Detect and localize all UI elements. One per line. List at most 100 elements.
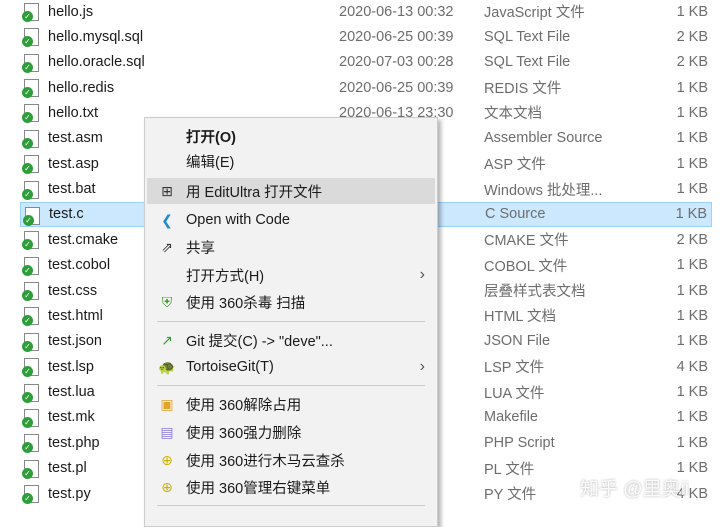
file-size: 1 KB (675, 206, 707, 223)
watermark: 知乎 @里奥ii (580, 479, 690, 500)
menu-item[interactable]: ⇗ 共享 (147, 234, 435, 260)
file-name: test.cmake (48, 231, 119, 248)
file-icon: ✓ (22, 358, 39, 378)
file-name: hello.txt (48, 104, 98, 121)
file-name: test.lua (48, 384, 95, 401)
menu-item[interactable]: 打开(O) (147, 123, 435, 149)
file-icon: ✓ (22, 459, 39, 479)
file-type: 文本文档 (484, 106, 542, 123)
file-size: 1 KB (676, 79, 708, 96)
menu-item[interactable]: ▤ 使用 360强力删除 (147, 419, 435, 445)
file-row[interactable]: ✓ hello.oracle.sql 2020-07-03 00:28 SQL … (20, 50, 712, 75)
menu-item[interactable]: ↗ Git 提交(C) -> "deve"... (147, 327, 435, 353)
menu-item-label: 打开(O) (186, 129, 236, 146)
file-type: JSON File (484, 333, 551, 350)
file-size: 1 KB (676, 181, 708, 198)
file-type: LUA 文件 (484, 385, 545, 402)
menu-item-label: 使用 360解除占用 (186, 397, 302, 414)
file-icon: ✓ (22, 79, 39, 99)
file-icon: ✓ (22, 282, 39, 302)
file-type: LSP 文件 (484, 360, 545, 377)
file-name: hello.oracle.sql (48, 54, 145, 71)
menu-item-label: 使用 360杀毒 扫描 (186, 295, 306, 312)
file-size: 1 KB (676, 130, 708, 147)
context-menu: 打开(O) 编辑(E) ⊞ 用 EditUltra 打开文件 ❮ Open with Co… (144, 117, 438, 527)
shredder-icon: ▤ (160, 424, 174, 440)
menu-item[interactable]: ❮ Open with Code (147, 207, 435, 233)
menu-item-label: 使用 360进行木马云查杀 (186, 453, 345, 470)
file-row[interactable]: ✓ hello.js 2020-06-13 00:32 JavaScript 文… (20, 0, 712, 24)
file-size: 2 KB (676, 28, 708, 45)
file-icon: ✓ (22, 3, 39, 22)
file-name: hello.redis (48, 79, 115, 96)
file-row[interactable]: ✓ hello.redis 2020-06-25 00:39 REDIS 文件 … (20, 75, 712, 100)
menu-separator (157, 385, 425, 386)
file-size: 1 KB (676, 307, 708, 324)
file-date: 2020-06-25 00:39 (339, 79, 454, 96)
file-icon: ✓ (22, 104, 39, 124)
file-type: 层叠样式表文档 (484, 284, 586, 301)
file-name: test.asp (48, 155, 99, 172)
chevron-right-icon: › (419, 358, 425, 375)
file-type: PY 文件 (484, 487, 537, 504)
file-type: COBOL 文件 (484, 258, 568, 275)
chevron-right-icon: › (419, 266, 425, 283)
file-size: 2 KB (676, 231, 708, 248)
file-type: C Source (485, 206, 546, 223)
file-icon: ✓ (22, 408, 39, 428)
360-icon: ⊕ (161, 452, 173, 468)
file-icon: ✓ (22, 53, 39, 73)
file-icon: ✓ (22, 307, 39, 327)
file-name: test.py (48, 485, 91, 502)
file-icon: ✓ (22, 180, 39, 200)
file-type: CMAKE 文件 (484, 233, 569, 250)
file-type: Makefile (484, 409, 538, 426)
file-name: test.cobol (48, 257, 111, 274)
file-size: 1 KB (676, 104, 708, 121)
file-type: HTML 文档 (484, 309, 556, 326)
menu-item[interactable]: 编辑(E) (147, 148, 435, 174)
file-row[interactable]: ✓ hello.mysql.sql 2020-06-25 00:39 SQL T… (20, 24, 712, 49)
file-icon: ✓ (22, 155, 39, 175)
file-name: test.html (48, 307, 103, 324)
file-size: 1 KB (676, 282, 708, 299)
file-date: 2020-07-03 00:28 (339, 54, 454, 71)
file-name: test.bat (48, 181, 96, 198)
file-size: 4 KB (676, 358, 708, 375)
menu-item[interactable]: 🐢 TortoiseGit(T) › (147, 354, 435, 380)
file-type: SQL Text File (484, 54, 571, 71)
file-icon: ✓ (23, 206, 40, 226)
file-icon: ✓ (22, 332, 39, 352)
file-size: 1 KB (676, 333, 708, 350)
file-name: hello.js (48, 3, 94, 20)
file-icon: ✓ (22, 256, 39, 276)
file-name: test.json (48, 333, 102, 350)
menu-item[interactable]: ⛨ 使用 360杀毒 扫描 (147, 289, 435, 315)
file-size: 1 KB (676, 155, 708, 172)
menu-item-label: 使用 360强力删除 (186, 425, 302, 442)
menu-item[interactable]: ⊞ 用 EditUltra 打开文件 (147, 178, 435, 204)
file-icon: ✓ (22, 383, 39, 403)
menu-item-label: 使用 360管理右键菜单 (186, 480, 331, 497)
menu-item[interactable]: 打开方式(H) › (147, 262, 435, 288)
share-icon: ⇗ (161, 239, 173, 255)
editultra-icon: ⊞ (161, 183, 173, 199)
git-commit-icon: ↗ (161, 332, 173, 348)
menu-item[interactable]: ⊕ 使用 360进行木马云查杀 (147, 447, 435, 473)
file-size: 1 KB (676, 384, 708, 401)
file-size: 1 KB (676, 257, 708, 274)
file-size: 2 KB (676, 54, 708, 71)
file-type: PHP Script (484, 434, 555, 451)
file-name: test.pl (48, 460, 87, 477)
menu-item[interactable]: ⊕ 使用 360管理右键菜单 (147, 474, 435, 500)
file-date: 2020-06-13 00:32 (339, 3, 454, 20)
menu-item[interactable]: ▣ 使用 360解除占用 (147, 391, 435, 417)
shield-icon: ⛨ (161, 294, 173, 310)
file-type: REDIS 文件 (484, 81, 562, 98)
file-name: test.mk (48, 409, 95, 426)
file-size: 1 KB (676, 3, 708, 20)
file-icon: ✓ (22, 231, 39, 251)
menu-item-label: 共享 (186, 240, 215, 257)
file-date: 2020-06-25 00:39 (339, 28, 454, 45)
vscode-icon: ❮ (161, 212, 173, 228)
